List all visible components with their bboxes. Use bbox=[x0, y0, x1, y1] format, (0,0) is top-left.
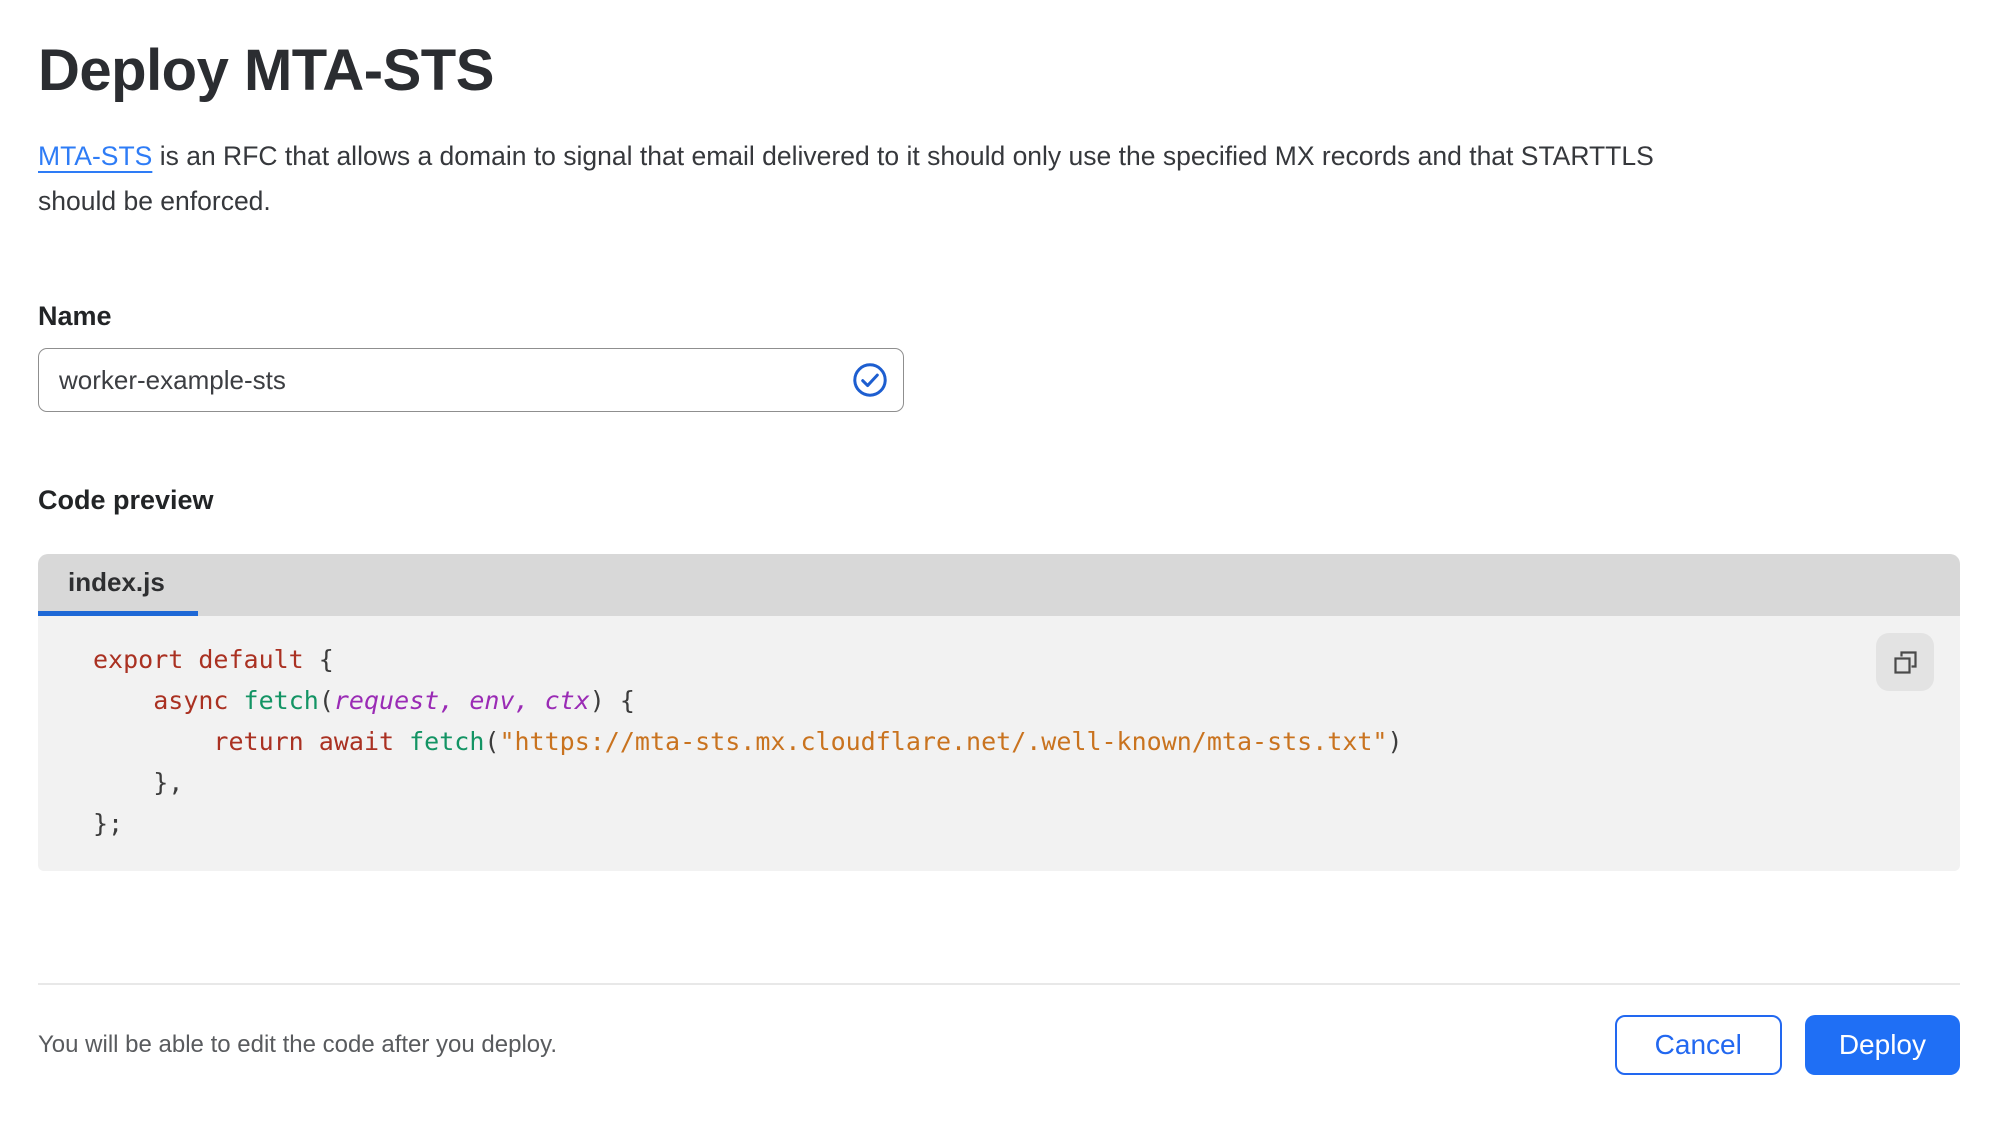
intro-text-line1: is an RFC that allows a domain to signal… bbox=[159, 141, 1654, 171]
intro-text-line2: should be enforced. bbox=[38, 186, 271, 216]
page-title: Deploy MTA-STS bbox=[38, 38, 494, 103]
name-label: Name bbox=[38, 301, 112, 331]
cancel-button[interactable]: Cancel bbox=[1614, 1015, 1782, 1075]
code-line: }; bbox=[93, 809, 124, 838]
code-content: export default { async fetch(request, en… bbox=[93, 639, 1830, 844]
code-tab-bar: index.js bbox=[38, 554, 1960, 616]
code-preview-card: index.js export default { async fetch(re… bbox=[38, 554, 1960, 871]
name-input-wrapper bbox=[38, 348, 904, 412]
mta-sts-link[interactable]: MTA-STS bbox=[38, 141, 152, 171]
code-area: export default { async fetch(request, en… bbox=[38, 616, 1960, 871]
code-preview-label: Code preview bbox=[38, 485, 214, 515]
deploy-mta-sts-dialog: Deploy MTA-STS MTA-STS is an RFC that al… bbox=[0, 0, 1999, 1075]
code-line: return await fetch("https://mta-sts.mx.c… bbox=[213, 727, 1403, 756]
footer-note: You will be able to edit the code after … bbox=[38, 1031, 558, 1058]
tab-label: index.js bbox=[68, 567, 165, 597]
code-line: async fetch(request, env, ctx) { bbox=[153, 686, 635, 715]
tab-index-js[interactable]: index.js bbox=[38, 554, 198, 616]
footer-actions: Cancel Deploy bbox=[1614, 1015, 1960, 1075]
footer-bar: You will be able to edit the code after … bbox=[38, 985, 1960, 1075]
code-line: }, bbox=[93, 768, 184, 797]
code-line: export default { bbox=[93, 645, 334, 674]
intro-paragraph: MTA-STS is an RFC that allows a domain t… bbox=[38, 134, 1938, 224]
name-input[interactable] bbox=[38, 348, 904, 412]
copy-button[interactable] bbox=[1876, 633, 1934, 691]
deploy-button[interactable]: Deploy bbox=[1804, 1015, 1960, 1075]
copy-icon bbox=[1891, 648, 1920, 677]
